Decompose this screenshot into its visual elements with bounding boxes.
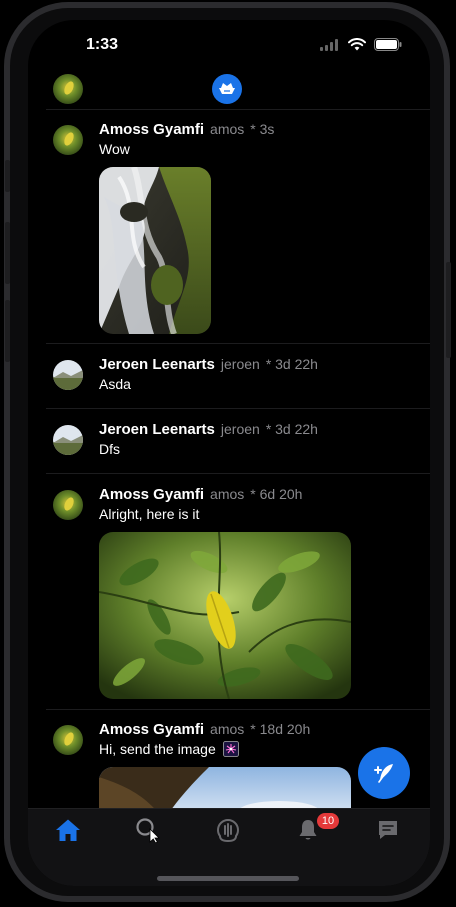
author-name[interactable]: Amoss Gyamfi amos * 6d 20h — [99, 486, 302, 503]
search-icon — [136, 818, 160, 843]
home-icon — [56, 819, 80, 841]
compose-post-button[interactable] — [358, 747, 410, 799]
home-indicator[interactable] — [157, 876, 299, 881]
battery-icon — [374, 38, 402, 51]
feather-plus-icon — [374, 764, 393, 783]
author-avatar[interactable] — [53, 125, 83, 155]
author-name[interactable]: Jeroen Leenarts jeroen * 3d 22h — [99, 356, 318, 373]
profile-avatar[interactable] — [53, 74, 83, 104]
volume-up-button — [5, 222, 10, 284]
post-divider — [46, 408, 430, 409]
post-text: Asda — [99, 376, 131, 392]
status-time: 1:33 — [86, 36, 119, 53]
post-text: Alright, here is it — [99, 506, 200, 522]
post-time: * 6d 20h — [250, 486, 303, 502]
post-text: Dfs — [99, 441, 120, 457]
post-time: * 3d 22h — [265, 421, 318, 437]
fireworks-emoji-icon — [222, 741, 239, 757]
post-divider — [46, 343, 430, 344]
header-divider — [46, 109, 430, 110]
post-image-waterfall[interactable] — [99, 167, 211, 334]
author-handle: jeroen — [220, 356, 260, 372]
post-image-leaves[interactable] — [99, 532, 351, 699]
wifi-icon — [348, 38, 366, 51]
tab-home[interactable] — [48, 815, 88, 845]
boat-logo-icon — [219, 83, 235, 94]
post-time: * 3d 22h — [265, 356, 318, 372]
author-handle: amos — [210, 121, 245, 137]
tab-spaces[interactable] — [208, 815, 248, 845]
author-name[interactable]: Jeroen Leenarts jeroen * 3d 22h — [99, 421, 318, 438]
author-handle: amos — [210, 721, 245, 737]
post-text: Wow — [99, 141, 130, 157]
volume-down-button — [5, 300, 10, 362]
spaces-audio-icon — [217, 819, 239, 843]
message-icon — [379, 821, 397, 839]
post-divider — [46, 709, 430, 710]
author-avatar[interactable] — [53, 425, 83, 455]
mute-switch — [5, 160, 10, 192]
post-text: Hi, send the image — [99, 741, 239, 757]
author-name[interactable]: Amoss Gyamfi amos * 3s — [99, 121, 274, 138]
author-name[interactable]: Amoss Gyamfi amos * 18d 20h — [99, 721, 310, 738]
app-screen: 1:33 Amoss Gyamfi amos * 3s Wow Jeroen L… — [28, 20, 430, 886]
author-handle: amos — [210, 486, 245, 502]
power-button — [446, 262, 451, 358]
post-text-content: Hi, send the image — [99, 741, 216, 757]
status-icons — [320, 38, 402, 51]
bottom-tab-bar: 10 — [28, 808, 430, 886]
post-time: * 3s — [250, 121, 275, 137]
tab-search[interactable] — [128, 815, 168, 845]
top-navigation — [28, 72, 430, 108]
author-avatar[interactable] — [53, 490, 83, 520]
post-time: * 18d 20h — [250, 721, 311, 737]
signal-icon — [320, 38, 338, 51]
author-avatar[interactable] — [53, 725, 83, 755]
tab-messages[interactable] — [368, 815, 408, 845]
post-divider — [46, 473, 430, 474]
notification-count-badge: 10 — [317, 813, 339, 829]
app-logo-button[interactable] — [212, 74, 242, 104]
author-handle: jeroen — [220, 421, 260, 437]
author-avatar[interactable] — [53, 360, 83, 390]
